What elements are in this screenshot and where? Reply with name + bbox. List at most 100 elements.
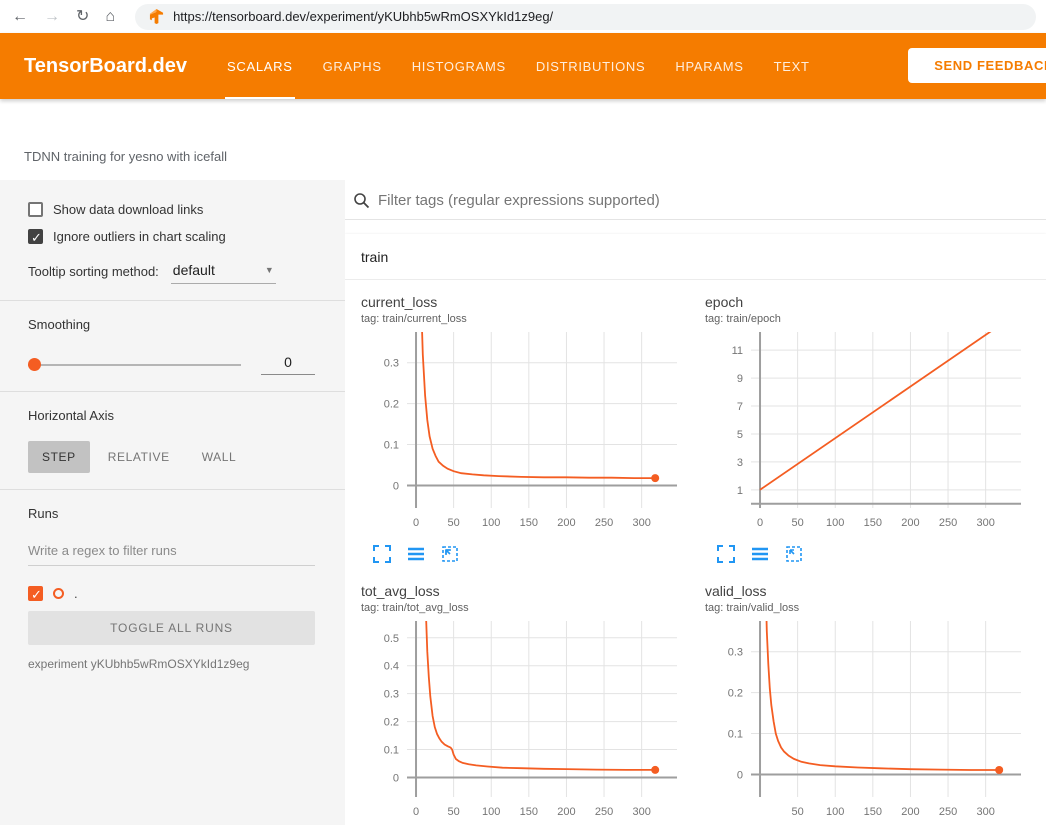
chart-toolbar [717,545,1041,563]
tab-histograms[interactable]: HISTOGRAMS [397,33,521,99]
svg-text:50: 50 [792,806,804,818]
send-feedback-button[interactable]: SEND FEEDBACK [908,48,1046,83]
svg-text:0.3: 0.3 [384,689,399,701]
checkbox-unchecked-icon[interactable] [28,202,43,217]
svg-text:7: 7 [737,401,743,413]
run-checkbox-icon[interactable] [28,586,43,601]
tooltip-sorting-dropdown[interactable]: default ▼ [171,262,276,284]
home-icon[interactable]: ⌂ [105,9,115,25]
app-header: TensorBoard.dev SCALARS GRAPHS HISTOGRAM… [0,33,1046,99]
train-section-header[interactable]: train [345,234,1046,280]
nav-tabs: SCALARS GRAPHS HISTOGRAMS DISTRIBUTIONS … [212,33,825,99]
back-icon[interactable]: ← [12,9,28,25]
chart-toolbar [373,545,697,563]
divider [0,391,345,392]
tab-scalars[interactable]: SCALARS [212,33,308,99]
main-panel: train current_loss tag: train/current_lo… [345,180,1046,825]
svg-text:200: 200 [901,806,919,818]
svg-text:0.1: 0.1 [384,440,399,452]
tensorboard-logo-icon [149,9,164,24]
svg-text:50: 50 [448,517,460,529]
tooltip-sorting-label: Tooltip sorting method: [28,264,159,284]
svg-text:300: 300 [976,517,994,529]
search-icon [353,192,370,209]
svg-text:11: 11 [732,345,743,357]
chart-title: valid_loss [705,583,1041,599]
slider-thumb[interactable] [28,358,41,371]
expand-chart-icon[interactable] [373,545,391,563]
show-download-links-label: Show data download links [53,202,203,217]
run-row[interactable]: . [28,586,315,601]
axis-relative-button[interactable]: RELATIVE [94,441,184,473]
svg-text:150: 150 [520,806,538,818]
svg-text:0: 0 [393,772,399,784]
svg-text:150: 150 [864,517,882,529]
divider [0,489,345,490]
svg-text:0.3: 0.3 [728,647,743,659]
fit-domain-icon[interactable] [785,545,803,563]
refresh-icon[interactable]: ↻ [76,9,89,25]
chart-title: current_loss [361,294,697,310]
tab-hparams[interactable]: HPARAMS [660,33,758,99]
chart-title: tot_avg_loss [361,583,697,599]
checkbox-checked-icon[interactable] [28,229,43,244]
experiment-title: TDNN training for yesno with icefall [24,149,1046,164]
svg-text:300: 300 [632,806,650,818]
svg-text:0.4: 0.4 [384,661,399,673]
svg-text:0.2: 0.2 [384,399,399,411]
svg-text:5: 5 [737,429,743,441]
svg-text:0.2: 0.2 [728,688,743,700]
train-section-card: train current_loss tag: train/current_lo… [345,234,1046,825]
ignore-outliers-label: Ignore outliers in chart scaling [53,229,226,244]
fit-domain-icon[interactable] [441,545,459,563]
toggle-log-axis-icon[interactable] [751,545,769,563]
chart-tag: tag: train/valid_loss [705,602,1041,614]
charts-grid: current_loss tag: train/current_loss 00.… [345,280,1046,825]
svg-text:50: 50 [792,517,804,529]
svg-text:250: 250 [595,517,613,529]
svg-text:0: 0 [393,480,399,492]
smoothing-slider-row: 0 [28,354,315,375]
smoothing-value[interactable]: 0 [261,354,315,375]
ignore-outliers-row[interactable]: Ignore outliers in chart scaling [28,229,315,244]
svg-text:1: 1 [737,485,743,497]
filter-tags-input[interactable] [378,192,1038,209]
run-color-swatch-icon [53,588,64,599]
svg-text:50: 50 [448,806,460,818]
tooltip-sorting-row: Tooltip sorting method: default ▼ [28,262,315,284]
svg-text:150: 150 [520,517,538,529]
toggle-all-runs-button[interactable]: TOGGLE ALL RUNS [28,611,315,645]
tab-graphs[interactable]: GRAPHS [308,33,397,99]
chart-tag: tag: train/tot_avg_loss [361,602,697,614]
line-chart[interactable]: 00.10.20.30.40.5050100150200250300 [361,621,683,823]
svg-text:200: 200 [901,517,919,529]
settings-sidebar: Show data download links Ignore outliers… [0,180,345,825]
smoothing-slider[interactable] [28,364,241,366]
svg-text:100: 100 [482,806,500,818]
show-download-links-row[interactable]: Show data download links [28,202,315,217]
axis-wall-button[interactable]: WALL [188,441,251,473]
line-chart[interactable]: 1357911050100150200250300 [705,332,1027,534]
horizontal-axis-buttons: STEP RELATIVE WALL [28,441,315,473]
svg-text:0: 0 [413,806,419,818]
tab-distributions[interactable]: DISTRIBUTIONS [521,33,661,99]
svg-text:250: 250 [939,517,957,529]
line-chart[interactable]: 00.10.20.350100150200250300 [705,621,1027,823]
toggle-log-axis-icon[interactable] [407,545,425,563]
axis-step-button[interactable]: STEP [28,441,90,473]
expand-chart-icon[interactable] [717,545,735,563]
tab-text[interactable]: TEXT [759,33,825,99]
svg-text:100: 100 [826,517,844,529]
svg-text:100: 100 [482,517,500,529]
svg-text:0: 0 [413,517,419,529]
address-bar[interactable]: https://tensorboard.dev/experiment/yKUbh… [135,4,1036,30]
svg-text:0: 0 [737,769,743,781]
line-chart[interactable]: 00.10.20.3050100150200250300 [361,332,683,534]
chart-valid-loss: valid_loss tag: train/valid_loss 00.10.2… [705,583,1041,825]
runs-filter-input[interactable] [28,539,315,566]
filter-tags-row [345,180,1046,220]
svg-text:150: 150 [864,806,882,818]
svg-text:3: 3 [737,457,743,469]
chart-current-loss: current_loss tag: train/current_loss 00.… [361,294,697,563]
forward-icon[interactable]: → [44,9,60,25]
